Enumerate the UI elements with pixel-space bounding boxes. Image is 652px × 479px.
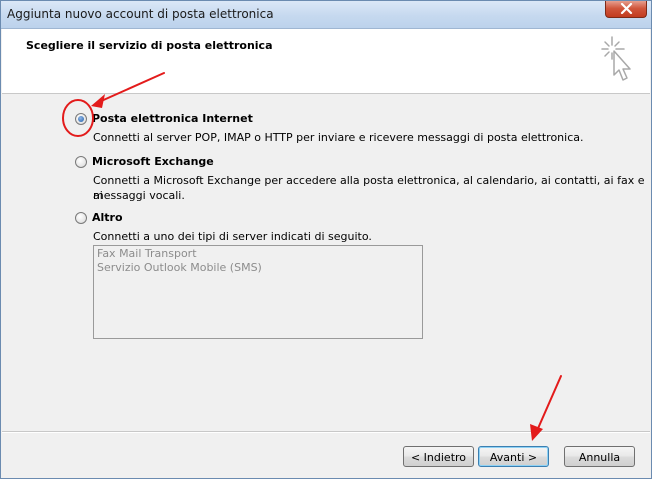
title-bar[interactable]: Aggiunta nuovo account di posta elettron… (1, 1, 651, 29)
wizard-header: Scegliere il servizio di posta elettroni… (2, 29, 650, 94)
annotation-arrow-top-head (91, 94, 105, 108)
list-item-outlook-mobile-sms[interactable]: Servizio Outlook Mobile (SMS) (97, 261, 262, 274)
option-description-altro: Connetti a uno dei tipi di server indica… (93, 230, 372, 243)
add-email-account-dialog: Aggiunta nuovo account di posta elettron… (0, 0, 652, 479)
option-label-internet[interactable]: Posta elettronica Internet (92, 112, 253, 125)
option-label-altro[interactable]: Altro (92, 211, 123, 224)
server-type-list[interactable]: Fax Mail Transport Servizio Outlook Mobi… (93, 245, 423, 339)
annotation-arrow-bottom-line (535, 375, 562, 434)
close-icon (620, 3, 633, 14)
window-title: Aggiunta nuovo account di posta elettron… (7, 7, 274, 21)
radio-posta-elettronica-internet[interactable] (75, 113, 87, 125)
list-item-fax-mail-transport[interactable]: Fax Mail Transport (97, 247, 197, 260)
cursor-sparkle-icon (601, 36, 631, 81)
option-label-exchange[interactable]: Microsoft Exchange (92, 155, 214, 168)
option-description-internet: Connetti al server POP, IMAP o HTTP per … (93, 131, 584, 144)
back-button[interactable]: < Indietro (403, 446, 474, 467)
footer-divider (2, 431, 650, 433)
cancel-button[interactable]: Annulla (564, 446, 635, 467)
option-description-exchange-line2: messaggi vocali. (93, 189, 185, 202)
radio-microsoft-exchange[interactable] (75, 156, 87, 168)
page-title: Scegliere il servizio di posta elettroni… (26, 39, 273, 52)
radio-altro[interactable] (75, 212, 87, 224)
next-button[interactable]: Avanti > (478, 446, 549, 467)
close-button[interactable] (605, 1, 647, 18)
